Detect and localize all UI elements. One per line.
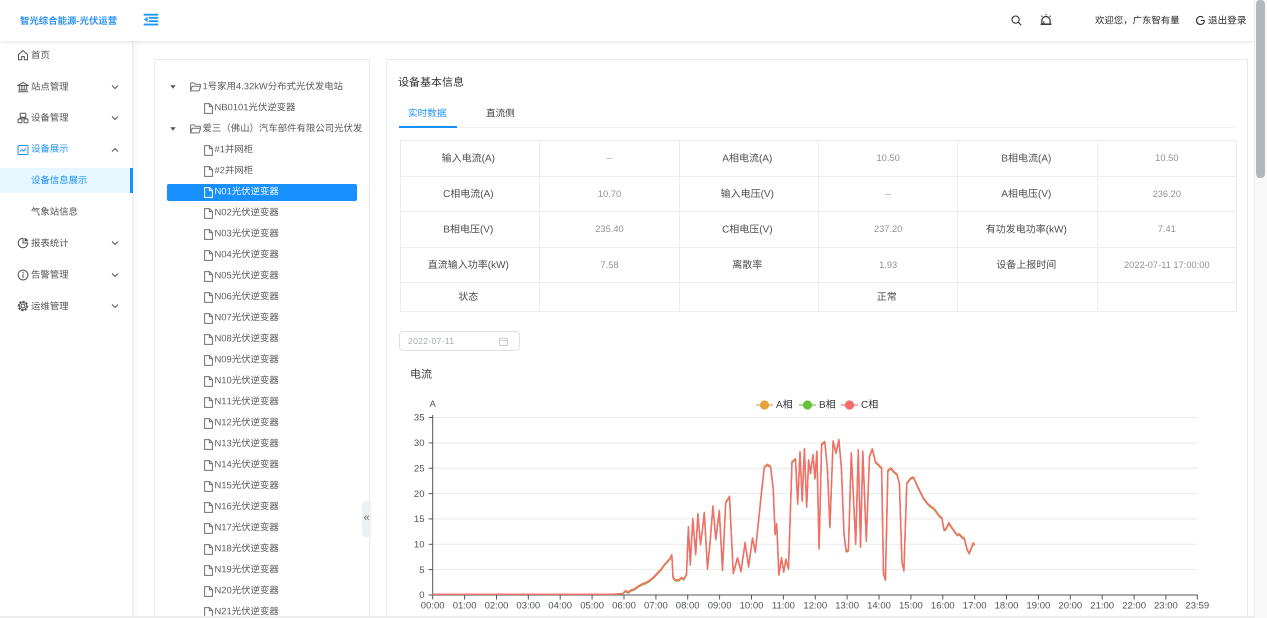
svg-text:23:59: 23:59 (1185, 601, 1209, 612)
svg-text:25: 25 (414, 463, 425, 474)
svg-text:20: 20 (414, 489, 425, 500)
svg-text:10:00: 10:00 (740, 601, 764, 612)
svg-text:09:00: 09:00 (708, 601, 732, 612)
svg-text:06:00: 06:00 (612, 601, 636, 612)
svg-text:02:00: 02:00 (485, 601, 509, 612)
svg-text:35: 35 (414, 413, 425, 424)
svg-text:12:00: 12:00 (803, 601, 827, 612)
svg-text:04:00: 04:00 (548, 601, 572, 612)
svg-text:19:00: 19:00 (1027, 601, 1051, 612)
svg-text:05:00: 05:00 (580, 601, 604, 612)
svg-text:30: 30 (414, 438, 425, 449)
svg-text:15: 15 (414, 514, 425, 525)
svg-text:21:00: 21:00 (1090, 601, 1114, 612)
svg-text:13:00: 13:00 (835, 601, 859, 612)
svg-text:10: 10 (414, 540, 425, 551)
svg-text:A: A (430, 399, 437, 410)
svg-text:03:00: 03:00 (516, 601, 540, 612)
svg-text:18:00: 18:00 (995, 601, 1019, 612)
svg-text:01:00: 01:00 (453, 601, 477, 612)
svg-text:07:00: 07:00 (644, 601, 668, 612)
svg-text:17:00: 17:00 (963, 601, 987, 612)
svg-text:23:00: 23:00 (1154, 601, 1178, 612)
svg-text:11:00: 11:00 (772, 601, 795, 612)
svg-text:5: 5 (419, 565, 424, 576)
svg-text:14:00: 14:00 (867, 601, 891, 612)
svg-text:20:00: 20:00 (1058, 601, 1082, 612)
svg-text:22:00: 22:00 (1122, 601, 1146, 612)
svg-text:00:00: 00:00 (421, 601, 445, 612)
svg-text:08:00: 08:00 (676, 601, 700, 612)
svg-text:16:00: 16:00 (931, 601, 955, 612)
svg-text:15:00: 15:00 (899, 601, 923, 612)
